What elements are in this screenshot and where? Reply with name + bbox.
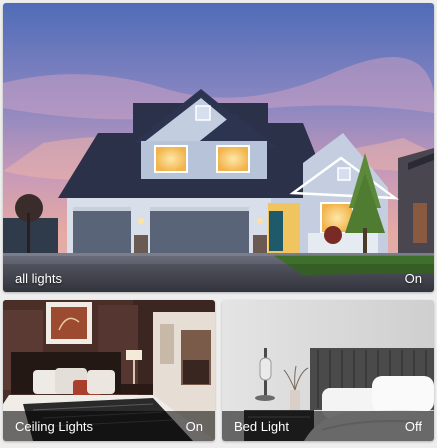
light-tile-bed-light[interactable]: Bed Light Off [222, 300, 434, 441]
light-tile-all-lights[interactable]: all lights On [3, 3, 434, 292]
tile-info-bar: Bed Light Off [222, 411, 434, 441]
tile-info-bar: Ceiling Lights On [3, 411, 215, 441]
tile-info-bar: all lights On [3, 264, 434, 292]
tile-state: Off [404, 418, 422, 434]
tile-label: Bed Light [234, 418, 289, 434]
tile-label: all lights [15, 270, 62, 286]
tile-state: On [404, 270, 422, 286]
house-photo [3, 3, 434, 292]
tile-state: On [185, 418, 203, 434]
light-tile-ceiling-lights[interactable]: Ceiling Lights On [3, 300, 215, 441]
tile-label: Ceiling Lights [15, 418, 94, 434]
